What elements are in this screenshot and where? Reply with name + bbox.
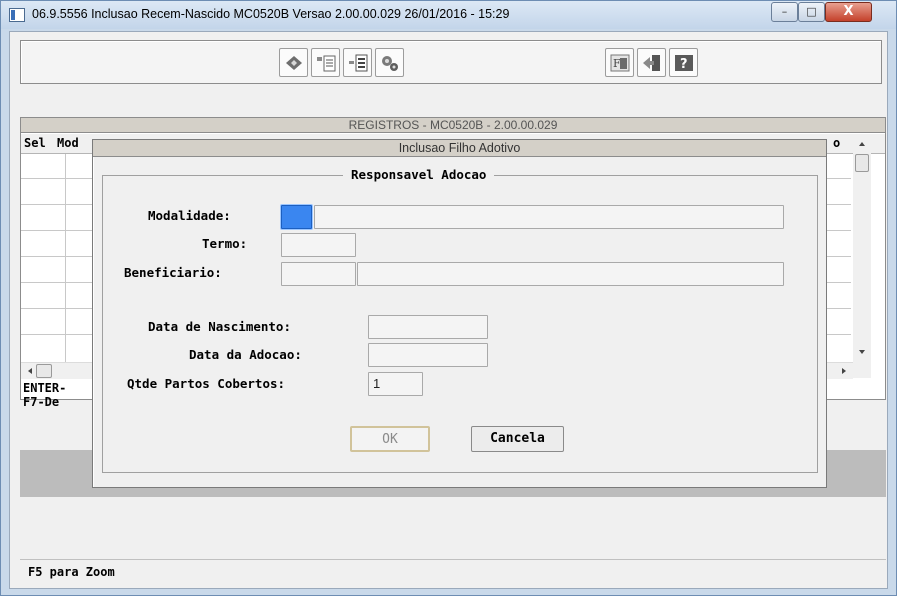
beneficiario-label: Beneficiario: — [124, 265, 222, 280]
column-o[interactable]: o — [833, 134, 840, 153]
vertical-scrollbar[interactable] — [853, 134, 871, 378]
scroll-thumb[interactable] — [36, 364, 52, 378]
config-button[interactable] — [375, 48, 404, 77]
edit-icon — [286, 56, 302, 70]
group-title: Responsavel Adocao — [343, 167, 495, 183]
registros-title: REGISTROS - MC0520B - 2.00.00.029 — [21, 118, 885, 133]
modalidade-code-field[interactable] — [281, 205, 312, 229]
data-adocao-label: Data da Adocao: — [189, 347, 302, 362]
scroll-left-icon[interactable] — [23, 363, 37, 379]
insert-icon — [349, 54, 368, 72]
config-icon — [382, 56, 398, 71]
window-title: 06.9.5556 Inclusao Recem-Nascido MC0520B… — [32, 7, 510, 21]
application-window: 06.9.5556 Inclusao Recem-Nascido MC0520B… — [0, 0, 897, 596]
edit-button[interactable] — [279, 48, 308, 77]
column-mod[interactable]: Mod — [57, 134, 79, 153]
modalidade-desc-field[interactable] — [314, 205, 784, 229]
maximize-button[interactable]: □ — [798, 2, 825, 22]
svg-text:F: F — [613, 57, 621, 70]
registros-footer: ENTER- F7-De — [21, 381, 66, 409]
data-adocao-field[interactable] — [368, 343, 488, 367]
cancel-button[interactable]: Cancela — [471, 426, 564, 452]
data-nascimento-label: Data de Nascimento: — [148, 319, 291, 334]
footer-line: F7-De — [23, 395, 60, 409]
zoom-button[interactable]: F — [605, 48, 634, 77]
close-button[interactable]: X — [825, 2, 872, 22]
scroll-up-icon[interactable] — [853, 136, 871, 152]
termo-field[interactable] — [281, 233, 356, 257]
help-button[interactable]: ? — [669, 48, 698, 77]
beneficiario-code-field[interactable] — [281, 262, 356, 286]
column-sel[interactable]: Sel — [24, 134, 46, 153]
exit-icon — [643, 55, 660, 71]
grid-divider — [65, 154, 66, 362]
scroll-down-icon[interactable] — [853, 344, 871, 360]
ok-button[interactable]: OK — [350, 426, 430, 452]
zoom-icon: F — [610, 54, 630, 72]
list-button[interactable] — [311, 48, 340, 77]
app-icon — [9, 8, 25, 22]
title-bar[interactable]: 06.9.5556 Inclusao Recem-Nascido MC0520B… — [1, 1, 896, 29]
adoption-dialog: Inclusao Filho Adotivo Responsavel Adoca… — [92, 139, 827, 488]
scroll-right-icon[interactable] — [837, 363, 851, 379]
insert-button[interactable] — [343, 48, 372, 77]
scroll-thumb[interactable] — [855, 154, 869, 172]
termo-label: Termo: — [202, 236, 248, 251]
dialog-title: Inclusao Filho Adotivo — [93, 140, 826, 157]
qtde-partos-label: Qtde Partos Cobertos: — [127, 376, 286, 391]
minimize-button[interactable]: – — [771, 2, 798, 22]
list-icon — [317, 55, 336, 72]
toolbar: F ? — [20, 40, 882, 84]
modalidade-label: Modalidade: — [148, 208, 231, 223]
beneficiario-name-field[interactable] — [357, 262, 784, 286]
footer-line: ENTER- — [23, 381, 67, 395]
exit-button[interactable] — [637, 48, 666, 77]
help-icon: ? — [675, 55, 693, 72]
data-nascimento-field[interactable] — [368, 315, 488, 339]
svg-text:?: ? — [680, 57, 688, 72]
status-bar: F5 para Zoom — [20, 559, 886, 583]
qtde-partos-field[interactable]: 1 — [368, 372, 423, 396]
